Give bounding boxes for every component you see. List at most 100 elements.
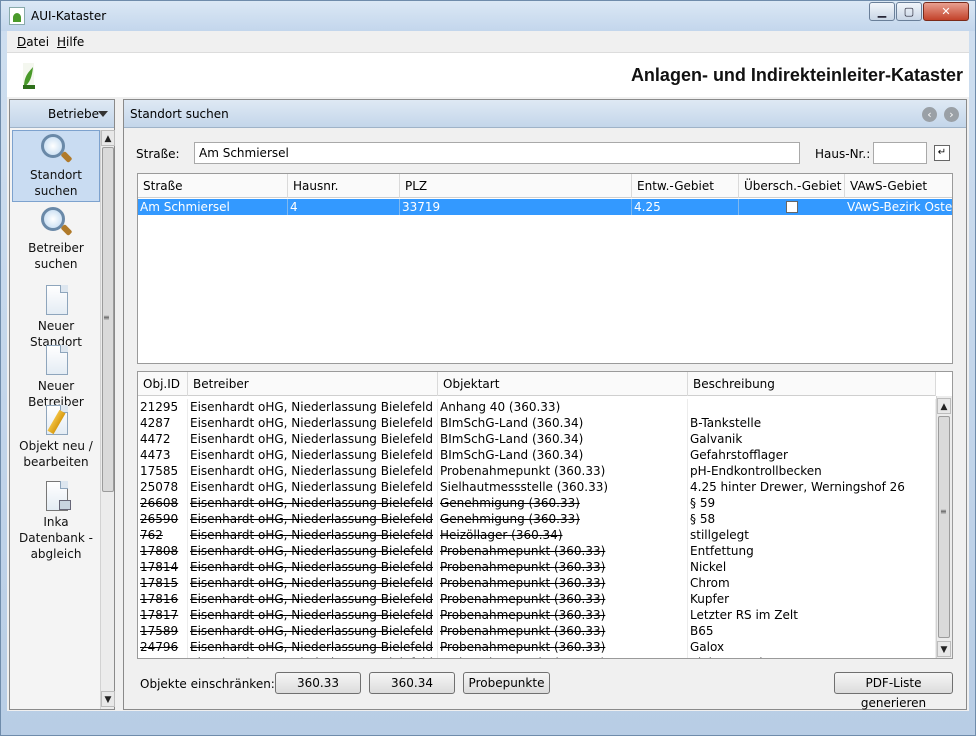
scrollbar-thumb[interactable] — [938, 416, 950, 638]
chevron-down-icon — [98, 111, 108, 117]
table-row[interactable]: 25078 Eisenhardt oHG, Niederlassung Biele… — [138, 479, 936, 495]
sidebar-item-neuer-betreiber[interactable]: Neuer Betreiber — [12, 344, 100, 409]
cell-plz: 33719 — [400, 199, 632, 215]
uebersch-checkbox[interactable] — [786, 201, 798, 213]
col-hausnr[interactable]: Hausnr. — [288, 174, 400, 198]
title-bar[interactable]: AUI-Kataster ▁ ▢ ✕ — [1, 1, 975, 31]
filter-36034-button[interactable]: 360.34 — [369, 672, 455, 694]
col-obj-id[interactable]: Obj.ID — [138, 372, 188, 396]
cell-beschreibung: § 59 — [688, 495, 936, 511]
panel-header: Standort suchen ‹ › — [124, 100, 966, 128]
app-icon[interactable] — [9, 7, 25, 25]
content-area: Betriebe Standort suchen Betreiber suche… — [7, 97, 969, 711]
cell-obj-id: 26608 — [138, 495, 188, 511]
col-objektart[interactable]: Objektart — [438, 372, 688, 396]
cell-vaws-gebiet: VAwS-Bezirk Osten — [847, 200, 953, 214]
col-uebersch-gebiet[interactable]: Übersch.-Gebiet — [739, 174, 845, 198]
table-row[interactable]: 762 Eisenhardt oHG, Niederlassung Bielefe… — [138, 527, 936, 543]
sidebar-item-label: Inka Datenbank - abgleich — [19, 515, 93, 561]
strasse-input[interactable]: Am Schmiersel — [194, 142, 800, 164]
col-strasse[interactable]: Straße — [138, 174, 288, 198]
sidebar-item-standort-suchen[interactable]: Standort suchen — [12, 130, 100, 202]
cell-beschreibung: pH-Endkontrollbecken — [688, 463, 936, 479]
sidebar-dropdown[interactable]: Betriebe — [10, 100, 114, 128]
table-row[interactable]: 26590 Eisenhardt oHG, Niederlassung Biele… — [138, 511, 936, 527]
cell-beschreibung: Nickel — [688, 559, 936, 575]
cell-betreiber: Eisenhardt oHG, Niederlassung Bielefeld — [188, 543, 438, 559]
cell-obj-id: 4287 — [138, 415, 188, 431]
cell-objektart: Probenahmepunkt (360.33) — [438, 623, 688, 639]
cell-beschreibung: Kleines Becken — [688, 655, 936, 658]
table-row[interactable]: 21295 Eisenhardt oHG, Niederlassung Biele… — [138, 399, 936, 415]
forward-icon[interactable]: › — [944, 107, 959, 122]
col-entw-gebiet[interactable]: Entw.-Gebiet — [632, 174, 739, 198]
magnifier-icon — [39, 206, 73, 240]
col-vaws-gebiet[interactable]: VAwS-Gebiet — [845, 174, 952, 198]
scroll-down-button[interactable]: ▼ — [937, 641, 951, 657]
strasse-label: Straße: — [136, 147, 180, 161]
table-row[interactable]: 4473 Eisenhardt oHG, Niederlassung Bielef… — [138, 447, 936, 463]
col-plz[interactable]: PLZ — [400, 174, 632, 198]
location-row[interactable]: Am Schmiersel 4 33719 4.25 VAwS-Bezirk O… — [138, 199, 952, 215]
sidebar-item-inka-abgleich[interactable]: Inka Datenbank - abgleich — [12, 480, 100, 570]
menu-datei[interactable]: Datei — [17, 35, 49, 49]
hausnr-input[interactable] — [873, 142, 927, 164]
scroll-up-button[interactable]: ▲ — [937, 398, 951, 414]
cell-objektart: Genehmigung (360.33) — [438, 511, 688, 527]
col-betreiber[interactable]: Betreiber — [188, 372, 438, 396]
magnifier-icon — [39, 133, 73, 167]
table-row[interactable]: 17588Eisenhardt oHG, Niederlassung Biele… — [138, 655, 936, 658]
cell-betreiber: Eisenhardt oHG, Niederlassung Bielefeld — [188, 463, 438, 479]
col-beschreibung[interactable]: Beschreibung — [688, 372, 936, 396]
cell-objektart: Probenahmepunkt (360.33) — [438, 639, 688, 655]
sidebar-item-objekt-bearbeiten[interactable]: Objekt neu / bearbeiten — [12, 404, 100, 476]
cell-objektart: Probenahmepunkt (360.33) — [438, 463, 688, 479]
cell-objektart: BImSchG-Land (360.34) — [438, 415, 688, 431]
table-row[interactable]: 17585 Eisenhardt oHG, Niederlassung Biele… — [138, 463, 936, 479]
app-window: AUI-Kataster ▁ ▢ ✕ Datei Hilfe Anlagen- … — [0, 0, 976, 736]
object-table-scrollbar[interactable]: ▲ ≡ ▼ — [936, 396, 952, 658]
cell-objektart: BImSchG-Land (360.34) — [438, 431, 688, 447]
table-row[interactable]: 17816 Eisenhardt oHG, Niederlassung Biele… — [138, 591, 936, 607]
minimize-button[interactable]: ▁ — [869, 2, 895, 21]
table-row[interactable]: 26608 Eisenhardt oHG, Niederlassung Biele… — [138, 495, 936, 511]
search-panel: Standort suchen ‹ › Straße: Am Schmierse… — [123, 99, 967, 710]
cell-objektart: Probenahmepunkt (360.33) — [438, 559, 688, 575]
back-icon[interactable]: ‹ — [922, 107, 937, 122]
table-row[interactable]: 24796 Eisenhardt oHG, Niederlassung Biele… — [138, 639, 936, 655]
sidebar-item-neuer-standort[interactable]: Neuer Standort — [12, 284, 100, 349]
cell-obj-id: 4473 — [138, 447, 188, 463]
maximize-button[interactable]: ▢ — [896, 2, 922, 21]
enter-icon[interactable]: ↵ — [934, 145, 950, 161]
cell-obj-id: 17808 — [138, 543, 188, 559]
location-table-header: Straße Hausnr. PLZ Entw.-Gebiet Übersch.… — [138, 174, 952, 198]
scroll-down-button[interactable]: ▼ — [101, 691, 115, 707]
table-row[interactable]: 17815 Eisenhardt oHG, Niederlassung Biele… — [138, 575, 936, 591]
cell-obj-id: 24796 — [138, 639, 188, 655]
filter-probepunkte-button[interactable]: Probepunkte — [463, 672, 550, 694]
cell-objektart: Probenahmepunkt (360.33) — [438, 607, 688, 623]
filter-36033-button[interactable]: 360.33 — [275, 672, 361, 694]
close-button[interactable]: ✕ — [923, 2, 969, 21]
panel-title: Standort suchen — [130, 107, 229, 121]
sidebar-item-label: Standort suchen — [30, 168, 82, 198]
cell-obj-id: 17817 — [138, 607, 188, 623]
pdf-list-button[interactable]: PDF-Liste generieren — [834, 672, 953, 710]
table-row[interactable]: 4287 Eisenhardt oHG, Niederlassung Bielef… — [138, 415, 936, 431]
document-icon — [39, 284, 73, 318]
table-row[interactable]: 17817 Eisenhardt oHG, Niederlassung Biele… — [138, 607, 936, 623]
cell-beschreibung: Galox — [688, 639, 936, 655]
cell-beschreibung — [688, 399, 936, 415]
table-row[interactable]: 17808 Eisenhardt oHG, Niederlassung Biele… — [138, 543, 936, 559]
scroll-up-button[interactable]: ▲ — [101, 130, 115, 146]
table-row[interactable]: 17814 Eisenhardt oHG, Niederlassung Biele… — [138, 559, 936, 575]
cell-betreiber: Eisenhardt oHG, Niederlassung Bielefeld — [188, 575, 438, 591]
sidebar-item-betreiber-suchen[interactable]: Betreiber suchen — [12, 206, 100, 276]
sidebar-scrollbar[interactable]: ▲ ≡ ▼ — [100, 130, 115, 709]
cell-betreiber: Eisenhardt oHG, Niederlassung Bielefeld — [188, 399, 438, 415]
cell-betreiber: Eisenhardt oHG, Niederlassung Bielefeld — [188, 655, 438, 658]
menu-hilfe[interactable]: Hilfe — [57, 35, 84, 49]
table-row[interactable]: 4472 Eisenhardt oHG, Niederlassung Bielef… — [138, 431, 936, 447]
table-row[interactable]: 17589 Eisenhardt oHG, Niederlassung Biele… — [138, 623, 936, 639]
cell-obj-id: 17589 — [138, 623, 188, 639]
